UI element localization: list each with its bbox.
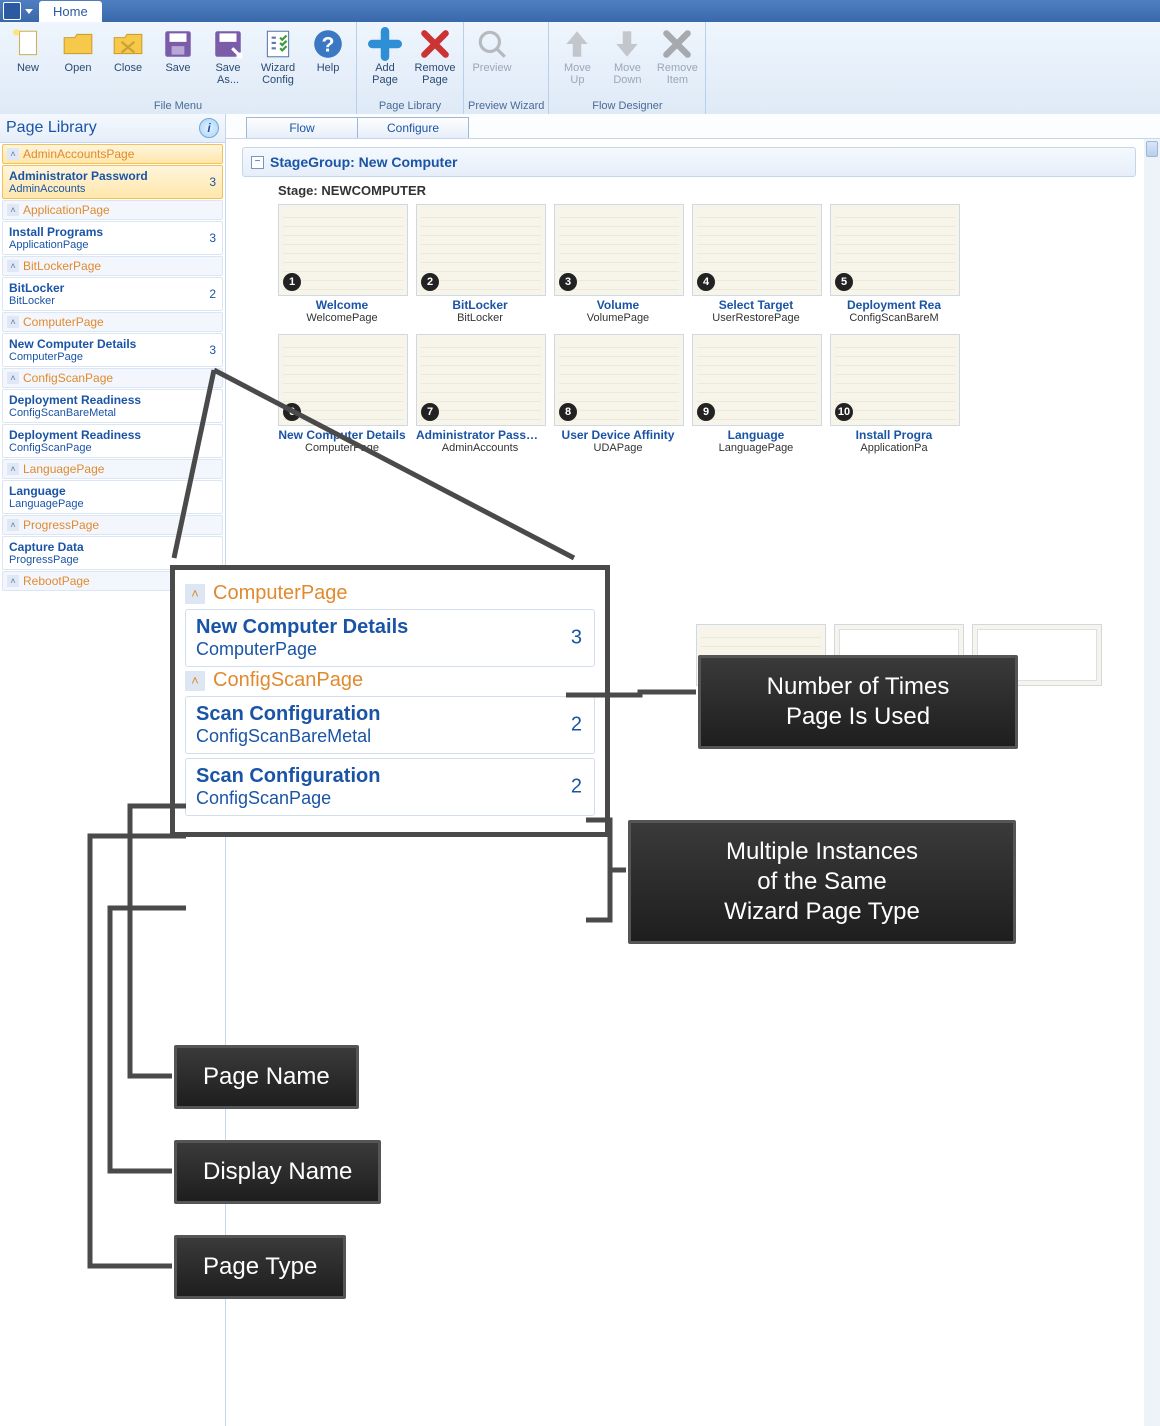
- leader-lines: [0, 0, 1160, 1426]
